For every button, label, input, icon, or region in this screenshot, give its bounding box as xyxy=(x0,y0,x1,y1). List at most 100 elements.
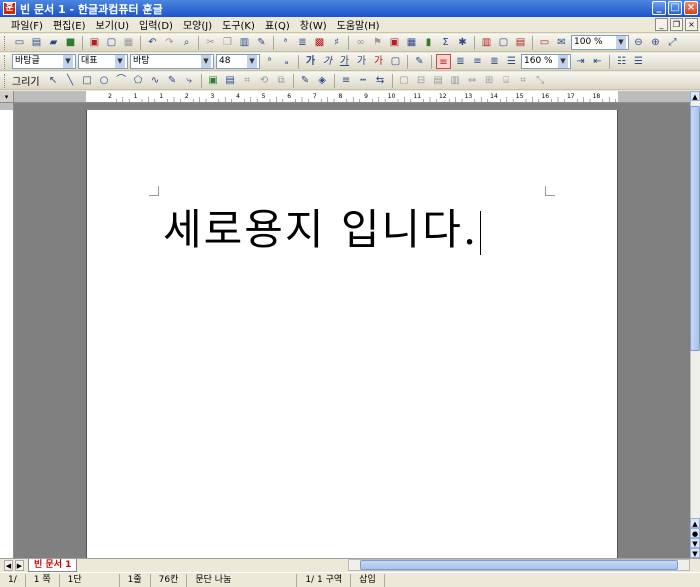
arrow-style-icon[interactable]: ⇆ xyxy=(373,73,388,88)
doc-minimize-button[interactable]: _ xyxy=(655,18,668,31)
arrange-icon[interactable]: ⌗ xyxy=(516,73,531,88)
menu-tools[interactable]: 도구(K) xyxy=(217,17,260,32)
scale-icon[interactable]: ⤡ xyxy=(533,73,548,88)
zoom-in-icon[interactable]: ⊕ xyxy=(648,35,663,50)
char-shape-icon[interactable]: ᵃ xyxy=(278,35,293,50)
numbering-icon[interactable]: ☷ xyxy=(614,54,629,69)
menu-window[interactable]: 창(W) xyxy=(295,17,332,32)
decrease-size-icon[interactable]: ₐ xyxy=(279,54,294,69)
pen-tool-icon[interactable]: ✎ xyxy=(165,73,180,88)
toolbar-grip[interactable] xyxy=(4,35,7,50)
vertical-ruler-page[interactable] xyxy=(0,110,14,558)
chevron-down-icon[interactable]: ▼ xyxy=(63,55,73,68)
distribute-icon[interactable]: ☰ xyxy=(504,54,519,69)
chevron-down-icon[interactable]: ▼ xyxy=(616,36,626,49)
zoom-select[interactable]: 100 % ▼ xyxy=(571,35,629,50)
find-icon[interactable]: ⌕ xyxy=(179,35,194,50)
scroll-up-icon[interactable]: ▲ xyxy=(690,91,700,101)
chevron-down-icon[interactable]: ▼ xyxy=(247,55,257,68)
slide-show-icon[interactable]: ▭ xyxy=(537,35,552,50)
tab-next-icon[interactable]: ▶ xyxy=(15,560,24,571)
menu-view[interactable]: 보기(U) xyxy=(91,17,135,32)
rotate-icon[interactable]: ⟲ xyxy=(257,73,272,88)
prev-page-icon[interactable]: ▲ xyxy=(690,518,700,528)
insert-chart-icon[interactable]: ▮ xyxy=(421,35,436,50)
menu-help[interactable]: 도움말(H) xyxy=(332,17,385,32)
menu-table[interactable]: 표(Q) xyxy=(260,17,295,32)
font-select[interactable]: 바탕 ▼ xyxy=(130,54,214,69)
font-size-select[interactable]: 48 ▼ xyxy=(216,54,260,69)
menu-file[interactable]: 파일(F) xyxy=(6,17,48,32)
textbox-tool-icon[interactable]: ▤ xyxy=(223,73,238,88)
outline-icon[interactable]: ▢ xyxy=(388,54,403,69)
menu-edit[interactable]: 편집(E) xyxy=(48,17,91,32)
print-icon[interactable]: ▣ xyxy=(87,35,102,50)
bring-front-icon[interactable]: ▤ xyxy=(431,73,446,88)
app-icon[interactable]: 훈 xyxy=(3,2,16,15)
save-icon[interactable]: ■ xyxy=(63,35,78,50)
align-center-icon[interactable]: ≡ xyxy=(470,54,485,69)
close-button[interactable]: × xyxy=(684,1,698,15)
copy-icon[interactable]: ❐ xyxy=(220,35,235,50)
align-right-icon[interactable]: ≣ xyxy=(487,54,502,69)
connector-tool-icon[interactable]: ⤷ xyxy=(182,73,197,88)
bold-icon[interactable]: 가 xyxy=(303,54,318,69)
print-preview-icon[interactable]: ▢ xyxy=(104,35,119,50)
object-select-icon[interactable]: ⌗ xyxy=(240,73,255,88)
line-color-icon[interactable]: ✎ xyxy=(298,73,313,88)
line-style-icon[interactable]: ┅ xyxy=(356,73,371,88)
style-select[interactable]: 바탕글 ▼ xyxy=(12,54,76,69)
menu-insert[interactable]: 입력(D) xyxy=(134,17,178,32)
highlighter-icon[interactable]: ✎ xyxy=(412,54,427,69)
doc-restore-button[interactable]: ❐ xyxy=(670,18,683,31)
cut-icon[interactable]: ✂ xyxy=(203,35,218,50)
horizontal-scroll-thumb[interactable] xyxy=(360,560,678,570)
para-shape-icon[interactable]: ≣ xyxy=(295,35,310,50)
increase-size-icon[interactable]: ᵃ xyxy=(262,54,277,69)
next-page-icon[interactable]: ▼ xyxy=(690,538,700,548)
bookmark-icon[interactable]: ⚑ xyxy=(370,35,385,50)
line-tool-icon[interactable]: ╲ xyxy=(63,73,78,88)
superscript-icon[interactable]: 가 xyxy=(354,54,369,69)
chevron-down-icon[interactable]: ▼ xyxy=(558,55,568,68)
justify-icon[interactable]: ≡ xyxy=(436,54,451,69)
fill-color-icon[interactable]: ◈ xyxy=(315,73,330,88)
horizontal-ruler-page[interactable]: 2 1 1 2 3 4 5 6 7 8 9 10 11 12 13 14 15 16 17 18 xyxy=(86,91,618,103)
full-page-icon[interactable]: ⤢ xyxy=(665,35,680,50)
redo-icon[interactable]: ↷ xyxy=(162,35,177,50)
line-weight-icon[interactable]: ≡ xyxy=(339,73,354,88)
chevron-down-icon[interactable]: ▼ xyxy=(201,55,211,68)
columns-icon[interactable]: ▥ xyxy=(479,35,494,50)
tab-document-1[interactable]: 빈 문서 1 xyxy=(28,559,78,572)
align-left-icon[interactable]: ≣ xyxy=(453,54,468,69)
open-folder-icon[interactable]: ▰ xyxy=(46,35,61,50)
indent-increase-icon[interactable]: ⇥ xyxy=(573,54,588,69)
bullets-icon[interactable]: ☰ xyxy=(631,54,646,69)
style-icon[interactable]: ▩ xyxy=(312,35,327,50)
minimize-button[interactable]: _ xyxy=(652,1,666,15)
memo-icon[interactable]: ✉ xyxy=(554,35,569,50)
scroll-down-icon[interactable]: ▼ xyxy=(690,548,700,558)
language-select[interactable]: 대표 ▼ xyxy=(78,54,128,69)
polygon-tool-icon[interactable]: ⬠ xyxy=(131,73,146,88)
align-objects-icon[interactable]: ⊟ xyxy=(414,73,429,88)
symbol-icon[interactable]: ✱ xyxy=(455,35,470,50)
header-footer-icon[interactable]: ▤ xyxy=(513,35,528,50)
paragraph-number-icon[interactable]: ♯ xyxy=(329,35,344,50)
menu-format[interactable]: 모양(J) xyxy=(178,17,217,32)
status-insert-mode[interactable]: 삽입 xyxy=(351,573,385,587)
new-template-icon[interactable]: ▤ xyxy=(29,35,44,50)
line-spacing-select[interactable]: 160 % ▼ xyxy=(521,54,571,69)
zoom-out-icon[interactable]: ⊖ xyxy=(631,35,646,50)
toolbar-grip[interactable] xyxy=(4,73,7,88)
wrap-icon[interactable]: ⌸ xyxy=(499,73,514,88)
page-layout-icon[interactable]: ▦ xyxy=(121,35,136,50)
undo-icon[interactable]: ↶ xyxy=(145,35,160,50)
maximize-button[interactable]: □ xyxy=(668,1,682,15)
italic-icon[interactable]: 가 xyxy=(320,54,335,69)
insert-picture-icon[interactable]: ▣ xyxy=(387,35,402,50)
page-select-icon[interactable]: ● xyxy=(690,528,700,538)
chevron-down-icon[interactable]: ▼ xyxy=(115,55,125,68)
group-icon[interactable]: ⧉ xyxy=(274,73,289,88)
doc-close-button[interactable]: × xyxy=(685,18,698,31)
